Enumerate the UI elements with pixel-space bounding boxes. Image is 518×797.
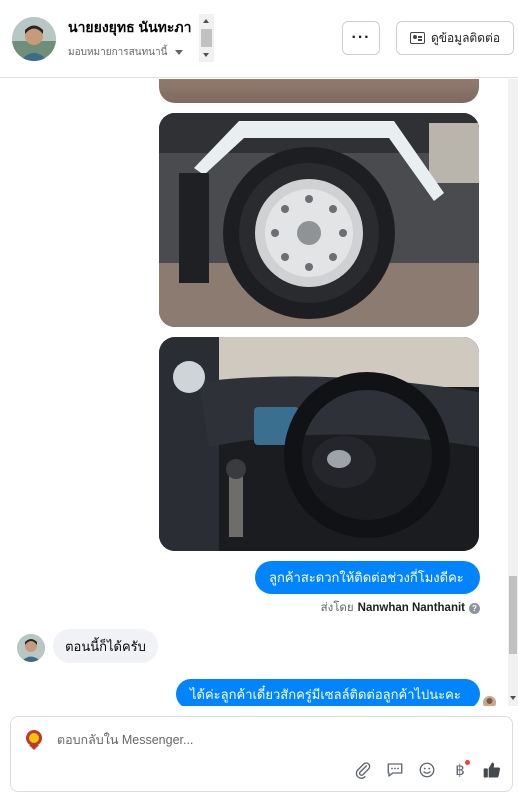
message-image-interior[interactable] [159, 337, 479, 551]
sent-by-name: Nanwhan Nanthanit [357, 602, 465, 614]
saved-replies-button[interactable] [384, 759, 406, 781]
thumbs-up-icon [483, 762, 500, 778]
sent-by-info: ส่งโดย Nanwhan Nanthanit ? [321, 599, 480, 617]
contact-card-icon [409, 32, 425, 44]
more-options-button[interactable]: ··· [342, 21, 380, 55]
seen-avatar [483, 696, 496, 706]
conversation-header: นายยงยุทธ นันทะภา มอบหมายการสนทนานี้ ···… [0, 0, 518, 78]
scroll-up-icon[interactable] [203, 19, 209, 23]
outgoing-message[interactable]: ลูกค้าสะดวกให้ติดต่อช่วงกี่โมงดีคะ [255, 561, 480, 594]
outgoing-message[interactable]: ได้ค่ะลูกค้าเดี๋ยวสักครู่มีเซลล์ติดต่อลู… [176, 679, 480, 706]
page-logo-icon [22, 727, 46, 751]
scroll-down-icon[interactable] [510, 696, 516, 700]
thread-scrollbar[interactable] [508, 79, 518, 706]
assign-conversation-dropdown[interactable]: มอบหมายการสนทนานี้ [68, 45, 184, 60]
messenger-inbox-window: นายยงยุทธ นันทะภา มอบหมายการสนทนานี้ ···… [0, 0, 518, 797]
like-button[interactable] [481, 759, 503, 781]
header-scrollbar[interactable] [199, 14, 214, 62]
paperclip-icon [355, 762, 371, 779]
message-image-tire[interactable] [159, 113, 479, 327]
assign-label: มอบหมายการสนทนานี้ [68, 47, 168, 58]
message-thread[interactable]: ลูกค้าสะดวกให้ติดต่อช่วงกี่โมงดีคะ ส่งโด… [0, 79, 518, 706]
scroll-thumb[interactable] [201, 29, 212, 47]
scroll-down-icon[interactable] [203, 53, 209, 57]
sender-avatar-image [17, 634, 45, 662]
chat-bubble-icon [387, 763, 403, 777]
caret-down-icon [175, 50, 184, 55]
tire-photo [159, 113, 479, 327]
smiley-icon [419, 762, 435, 778]
sender-avatar[interactable] [17, 634, 45, 662]
avatar-image [12, 17, 56, 61]
message-image-partial[interactable] [159, 79, 479, 103]
help-icon[interactable]: ? [469, 602, 480, 614]
notification-dot [464, 759, 471, 766]
payment-button[interactable]: ฿ [449, 759, 471, 781]
interior-photo [159, 337, 479, 551]
scroll-thumb[interactable] [509, 576, 517, 654]
reply-input[interactable] [57, 729, 357, 751]
seen-avatar-image [483, 696, 496, 706]
contact-avatar[interactable] [12, 17, 56, 61]
sent-by-label: ส่งโดย [320, 602, 354, 614]
reply-composer: ฿ [10, 716, 513, 792]
emoji-button[interactable] [416, 759, 438, 781]
view-contact-label: ดูข้อมูลติดต่อ [430, 30, 501, 45]
incoming-message[interactable]: ตอนนี้ก็ได้ครับ [53, 629, 158, 663]
page-avatar [22, 727, 46, 751]
contact-name: นายยงยุทธ นันทะภา [68, 19, 192, 35]
view-contact-button[interactable]: ดูข้อมูลติดต่อ [396, 21, 514, 55]
attach-file-button[interactable] [352, 759, 374, 781]
